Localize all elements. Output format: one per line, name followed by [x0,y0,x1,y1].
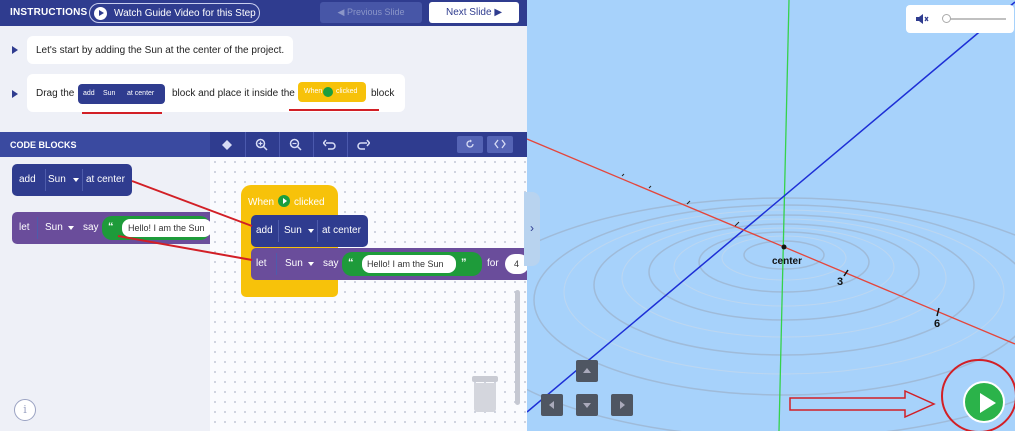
play-button[interactable] [963,381,1005,423]
play-annotation [789,359,1015,431]
